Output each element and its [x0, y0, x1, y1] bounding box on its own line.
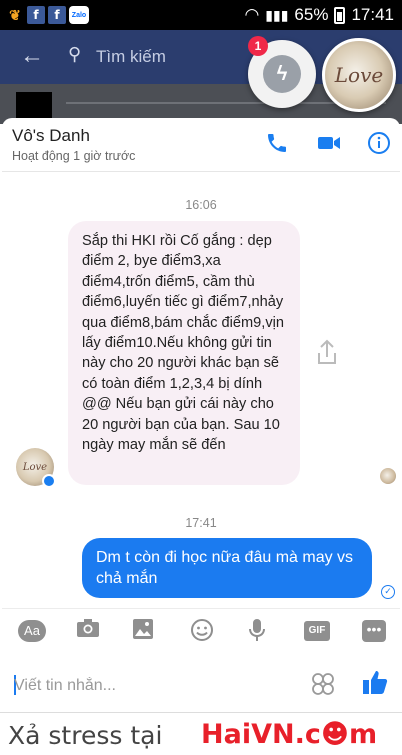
chat-panel: Vô's Danh Hoạt động 1 giờ trước 16:06 Sắ… [2, 118, 400, 712]
text-style-button[interactable]: Aa [18, 620, 46, 642]
gif-button[interactable]: GIF [304, 621, 330, 641]
uc-browser-icon: ❦ [6, 6, 24, 24]
seen-indicator-avatar [380, 468, 396, 484]
gallery-icon[interactable] [132, 618, 154, 644]
unread-badge: 1 [248, 36, 268, 56]
composer [2, 658, 400, 712]
battery-percent: 65% [294, 5, 329, 24]
incoming-message[interactable]: Sắp thi HKI rồi Cố gắng : dẹp điểm 2, by… [68, 221, 300, 485]
message-timestamp-2: 17:41 [185, 516, 217, 530]
watermark-brand: HaiVN.c☻m [201, 719, 378, 750]
outgoing-message[interactable]: Dm t còn đi học nữa đâu mà may vs chả mắ… [82, 538, 372, 598]
messenger-badge-icon [42, 474, 56, 488]
clock: 17:41 [351, 5, 394, 24]
camera-icon[interactable] [76, 618, 100, 644]
messenger-icon: ϟ [263, 55, 301, 93]
watermark-bar: Xả stress tại HaiVN.c☻m [0, 712, 402, 755]
search-input[interactable]: Tìm kiếm [96, 47, 166, 67]
avatar-love-text: Love [334, 63, 384, 87]
message-input[interactable] [14, 672, 284, 700]
message-timestamp: 16:06 [185, 198, 217, 212]
composer-toolbar: Aa GIF ••• [2, 608, 400, 652]
sticker-icon[interactable] [190, 618, 214, 644]
more-options-button[interactable]: ••• [362, 620, 386, 642]
share-icon[interactable] [314, 339, 340, 367]
facebook-icon-2: f [48, 6, 66, 24]
chat-header: Vô's Danh Hoạt động 1 giờ trước [2, 118, 400, 172]
battery-icon [334, 6, 346, 24]
zalo-icon: Zalo [69, 6, 89, 24]
status-bar: ❦ f f Zalo ◠ ▮▮▮ 65% 17:41 [0, 0, 402, 30]
video-call-icon[interactable] [316, 131, 342, 157]
search-icon[interactable]: ⚲ [68, 44, 81, 65]
watermark-text: Xả stress tại [8, 721, 163, 750]
wifi-icon: ◠ [244, 5, 260, 24]
contact-name[interactable]: Vô's Danh [12, 126, 90, 146]
contact-status: Hoạt động 1 giờ trước [12, 149, 136, 163]
emoji-icon[interactable] [310, 672, 336, 698]
censored-avatar [16, 92, 52, 120]
phone-icon[interactable] [264, 131, 290, 157]
info-icon[interactable] [366, 131, 392, 157]
system-indicators: ◠ ▮▮▮ 65% 17:41 [244, 5, 394, 25]
notification-icons: ❦ f f Zalo [6, 6, 89, 24]
signal-icon: ▮▮▮ [265, 6, 289, 23]
back-arrow-icon[interactable]: ← [20, 42, 44, 70]
sender-avatar-love-text: Love [22, 461, 48, 473]
delivered-check-icon: ✓ [381, 585, 395, 599]
like-button[interactable] [360, 668, 390, 698]
facebook-icon: f [27, 6, 45, 24]
microphone-icon[interactable] [248, 618, 266, 644]
contact-chathead[interactable]: Love [322, 38, 396, 112]
